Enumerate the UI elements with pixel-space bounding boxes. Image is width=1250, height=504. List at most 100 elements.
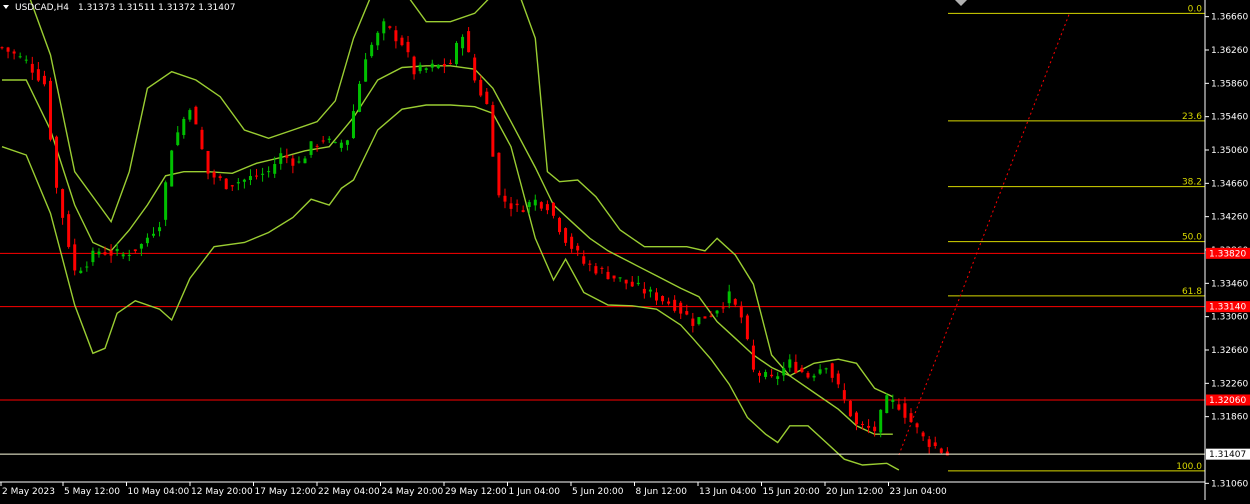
candle-body: [551, 202, 555, 216]
candle-body: [818, 369, 822, 374]
candle-body: [394, 30, 398, 42]
candle-body: [345, 140, 349, 145]
candle-body: [412, 56, 416, 75]
candle-body: [576, 245, 580, 251]
candle-body: [564, 228, 568, 243]
candle-body: [218, 176, 222, 179]
candle-body: [842, 390, 846, 400]
candle-body: [691, 318, 695, 326]
fib-level-label: 38.2: [1182, 178, 1202, 188]
price-tick-label: 1.35460: [1211, 113, 1248, 123]
candle-body: [103, 252, 107, 255]
candle-body: [448, 62, 452, 64]
candle-body: [824, 368, 828, 370]
candle-body: [527, 202, 531, 208]
candle-body: [303, 158, 307, 164]
candle-body: [261, 173, 265, 175]
time-tick-label: 13 Jun 04:00: [699, 487, 756, 497]
candle-body: [545, 204, 549, 211]
time-tick-label: 20 Jun 12:00: [826, 487, 883, 497]
candle-body: [85, 266, 89, 268]
candle-body: [424, 68, 428, 70]
fib-level-label: 100.0: [1176, 462, 1202, 472]
candle-body: [594, 266, 598, 274]
candle-body: [30, 63, 34, 73]
time-tick-label: 29 May 12:00: [445, 487, 507, 497]
candle-body: [830, 363, 834, 378]
candle-body: [654, 292, 658, 301]
time-tick-label: 1 Jun 04:00: [509, 487, 561, 497]
candle-body: [915, 423, 919, 428]
candle-body: [109, 250, 113, 256]
candle-body: [927, 439, 931, 447]
candle-body: [479, 79, 483, 96]
time-tick-label: 10 May 04:00: [128, 487, 190, 497]
candle-body: [509, 203, 513, 209]
candle-body: [630, 281, 634, 287]
price-tick-label: 1.31060: [1211, 479, 1248, 489]
candle-body: [400, 37, 404, 46]
candle-body: [285, 155, 289, 158]
candle-body: [642, 288, 646, 294]
candle-body: [242, 179, 246, 182]
candle-body: [921, 432, 925, 437]
price-tick-label: 1.31860: [1211, 413, 1248, 423]
candle-body: [297, 161, 301, 163]
candle-body: [6, 47, 10, 52]
candle-body: [806, 372, 810, 378]
chart-area[interactable]: 0.0 23.6 38.2 50.0 61.8 100.0 1.36660 1.36260 1…: [0, 0, 1250, 500]
candle-body: [55, 136, 59, 188]
candle-body: [721, 307, 725, 309]
candle-body: [661, 296, 665, 302]
candle-body: [273, 164, 277, 174]
ohlc-label: 1.31373 1.31511 1.31372 1.31407: [78, 3, 235, 13]
candle-body: [139, 243, 143, 249]
candle-body: [212, 172, 216, 178]
candlestick-chart[interactable]: 0.0 23.6 38.2 50.0 61.8 100.0 1.36660 1.36260 1…: [0, 0, 1250, 500]
candle-body: [224, 178, 228, 190]
candle-body: [91, 250, 95, 263]
candle-body: [455, 42, 458, 65]
candle-body: [133, 249, 137, 252]
candle-body: [612, 275, 616, 279]
candle-body: [170, 150, 174, 187]
candle-body: [903, 403, 907, 418]
candle-body: [600, 267, 604, 269]
candle-body: [194, 106, 198, 125]
candle-body: [339, 142, 343, 148]
candle-body: [667, 301, 671, 304]
time-tick-label: 12 May 20:00: [191, 487, 253, 497]
candle-body: [727, 291, 731, 304]
candle-body: [788, 359, 792, 368]
time-tick-label: 5 Jun 20:00: [572, 487, 624, 497]
candle-body: [267, 171, 271, 173]
candle-body: [61, 189, 65, 218]
candle-body: [236, 182, 240, 184]
candle-body: [758, 372, 761, 376]
candle-body: [42, 75, 46, 85]
candle-body: [897, 404, 901, 410]
candle-body: [182, 118, 186, 136]
candle-body: [36, 69, 40, 81]
candle-body: [248, 176, 252, 181]
candle-body: [848, 400, 852, 417]
candle-body: [515, 203, 519, 206]
candle-body: [127, 254, 131, 256]
candle-body: [376, 32, 380, 46]
candle-body: [279, 153, 283, 164]
candle-body: [18, 56, 22, 58]
candle-body: [115, 248, 119, 252]
price-tick-label: 1.32260: [1211, 379, 1248, 389]
candle-body: [388, 26, 392, 28]
candle-body: [854, 412, 858, 425]
candle-body: [624, 279, 628, 284]
chart-header: USDCAD,H4 1.31373 1.31511 1.31372 1.3140…: [3, 3, 235, 13]
candle-body: [327, 138, 331, 140]
candle-body: [491, 105, 495, 157]
candle-body: [539, 202, 543, 209]
price-tick-label: 1.33060: [1211, 313, 1248, 323]
candle-body: [733, 299, 737, 305]
candle-body: [673, 299, 677, 311]
candle-body: [24, 59, 28, 61]
candle-body: [521, 210, 525, 212]
